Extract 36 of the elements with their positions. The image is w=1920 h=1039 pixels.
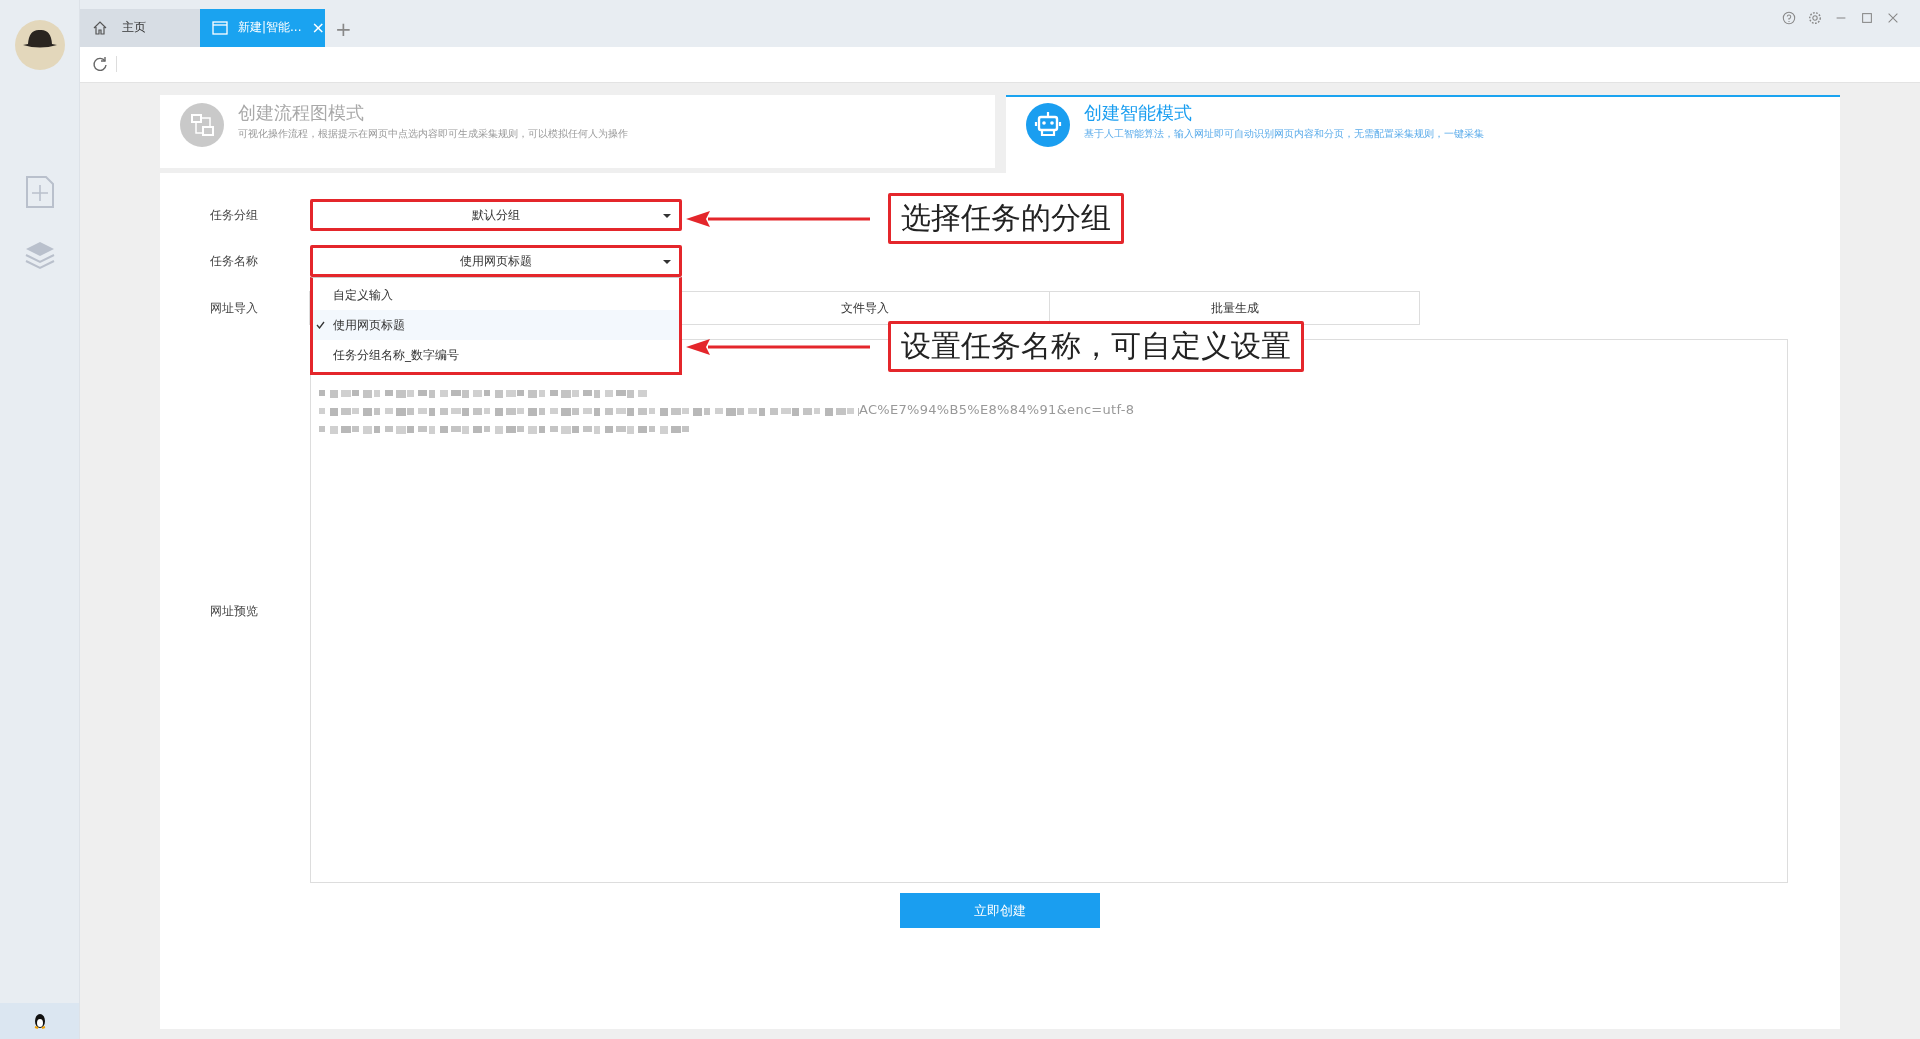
card-title: 创建智能模式 [1083, 101, 1193, 125]
field-label: 网址导入 [210, 299, 259, 317]
menu-item[interactable]: 自定义输入 [313, 280, 679, 310]
avatar[interactable] [14, 20, 65, 70]
penguin-icon[interactable] [32, 1013, 47, 1029]
card-description: 基于人工智能算法，输入网址即可自动识别网页内容和分页，无需配置采集规则，一键采集 [1083, 127, 1484, 141]
maximize-icon[interactable] [1860, 10, 1874, 25]
tab-label: 新建|智能... [238, 19, 302, 37]
settings-icon[interactable] [1808, 10, 1822, 25]
layers-icon[interactable] [23, 240, 56, 270]
menu-item[interactable]: 使用网页标题 [313, 310, 679, 340]
card-title: 创建流程图模式 [238, 101, 365, 125]
caret-icon [663, 260, 671, 264]
caret-icon [663, 214, 671, 218]
refresh-icon[interactable] [92, 56, 108, 73]
flowchart-icon [180, 103, 224, 147]
field-label: 任务分组 [210, 206, 259, 224]
url-text: AC%E7%94%B5%E8%84%91&enc=utf-8 [859, 402, 1135, 417]
field-label: 任务名称 [210, 252, 259, 270]
help-icon[interactable] [1782, 10, 1796, 25]
new-file-icon[interactable] [24, 176, 55, 208]
check-icon [316, 321, 325, 329]
dropdown[interactable]: 使用网页标题 [310, 245, 682, 277]
callout: 设置任务名称，可自定义设置 [888, 321, 1304, 372]
callout: 选择任务的分组 [888, 193, 1124, 244]
field-label: 网址预览 [210, 602, 259, 620]
tab[interactable]: 批量生成 [1049, 291, 1420, 325]
tab-label: 主页 [122, 19, 146, 37]
window-icon [212, 19, 228, 36]
dropdown[interactable]: 默认分组 [310, 199, 682, 231]
tab[interactable]: 文件导入 [679, 291, 1050, 325]
robot-icon [1025, 103, 1070, 147]
tab[interactable]: 主页 [80, 8, 200, 47]
menu-item[interactable]: 任务分组名称_数字编号 [313, 340, 679, 370]
card-description: 可视化操作流程，根据提示在网页中点选内容即可生成采集规则，可以模拟任何人为操作 [238, 127, 628, 141]
home-icon [92, 19, 108, 36]
